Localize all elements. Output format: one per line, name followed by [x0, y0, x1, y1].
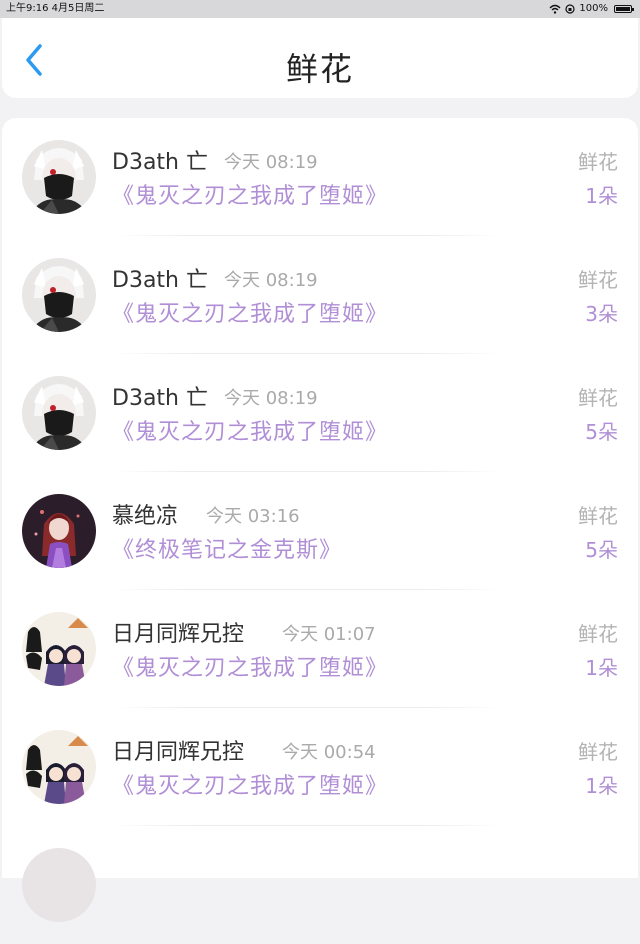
- book-title-link[interactable]: 《鬼灭之刃之我成了堕姬》: [112, 414, 388, 446]
- red-hair-girl-avatar-icon: [22, 494, 96, 568]
- user-name[interactable]: D3ath 亡: [112, 144, 208, 176]
- user-avatar[interactable]: [22, 376, 96, 450]
- dark-masked-avatar-icon: [22, 376, 96, 450]
- anime-duo-avatar-icon: [22, 730, 96, 804]
- book-title-link[interactable]: 《终极笔记之金克斯》: [112, 532, 342, 564]
- user-avatar[interactable]: [22, 848, 96, 922]
- user-name[interactable]: 日月同辉兄控: [112, 616, 244, 648]
- status-indicators: 100%: [549, 0, 634, 18]
- book-title-link[interactable]: 《鬼灭之刃之我成了堕姬》: [112, 296, 388, 328]
- book-title-link[interactable]: 《鬼灭之刃之我成了堕姬》: [112, 650, 388, 682]
- gift-type: 鲜花: [578, 386, 618, 410]
- orientation-lock-icon: [565, 4, 576, 14]
- timestamp: 今天 01:07: [282, 624, 376, 645]
- user-name[interactable]: D3ath 亡: [112, 262, 208, 294]
- battery-icon: [614, 5, 634, 13]
- wifi-icon: [549, 4, 561, 14]
- gift-count: 5朵: [585, 538, 618, 562]
- gift-type: 鲜花: [578, 622, 618, 646]
- gift-type: 鲜花: [578, 504, 618, 528]
- dark-masked-avatar-icon: [22, 140, 96, 214]
- gift-count: 5朵: [585, 420, 618, 444]
- timestamp: 今天 08:19: [224, 152, 318, 173]
- status-time-date: 上午9:16 4月5日周二: [6, 3, 105, 14]
- user-avatar[interactable]: [22, 140, 96, 214]
- status-bar: 上午9:16 4月5日周二 100%: [0, 0, 640, 18]
- gift-type: 鲜花: [578, 268, 618, 292]
- gift-list-item[interactable]: D3ath 亡 今天 08:19 《鬼灭之刃之我成了堕姬》 鲜花 5朵: [2, 354, 638, 472]
- book-title-link[interactable]: 《鬼灭之刃之我成了堕姬》: [112, 768, 388, 800]
- gift-count: 1朵: [585, 184, 618, 208]
- user-avatar[interactable]: [22, 612, 96, 686]
- gift-list-item[interactable]: 日月同辉兄控 今天 00:54 《鬼灭之刃之我成了堕姬》 鲜花 1朵: [2, 708, 638, 826]
- gift-count: 1朵: [585, 774, 618, 798]
- gift-list-item[interactable]: 慕绝凉 今天 03:16 《终极笔记之金克斯》 鲜花 5朵: [2, 472, 638, 590]
- gift-list-item[interactable]: D3ath 亡 今天 08:19 《鬼灭之刃之我成了堕姬》 鲜花 3朵: [2, 236, 638, 354]
- gift-count: 3朵: [585, 302, 618, 326]
- battery-percent: 100%: [579, 3, 608, 14]
- dark-masked-avatar-icon: [22, 258, 96, 332]
- gift-count: 1朵: [585, 656, 618, 680]
- book-title-link[interactable]: 《鬼灭之刃之我成了堕姬》: [112, 178, 388, 210]
- page-title: 鲜花: [285, 50, 354, 88]
- user-name[interactable]: D3ath 亡: [112, 380, 208, 412]
- gift-list-item[interactable]: D3ath 亡 今天 08:19 《鬼灭之刃之我成了堕姬》 鲜花 1朵: [2, 118, 638, 236]
- user-avatar[interactable]: [22, 258, 96, 332]
- gift-list-item-partial[interactable]: [2, 826, 638, 944]
- timestamp: 今天 08:19: [224, 388, 318, 409]
- user-name[interactable]: 日月同辉兄控: [112, 734, 244, 766]
- anime-duo-avatar-icon: [22, 612, 96, 686]
- gift-list-item[interactable]: 日月同辉兄控 今天 01:07 《鬼灭之刃之我成了堕姬》 鲜花 1朵: [2, 590, 638, 708]
- gift-type: 鲜花: [578, 740, 618, 764]
- user-name[interactable]: 慕绝凉: [112, 498, 178, 530]
- timestamp: 今天 00:54: [282, 742, 376, 763]
- user-avatar[interactable]: [22, 730, 96, 804]
- timestamp: 今天 08:19: [224, 270, 318, 291]
- user-avatar[interactable]: [22, 494, 96, 568]
- nav-bar: 鲜花: [2, 18, 638, 98]
- avatar-placeholder-icon: [22, 848, 96, 922]
- timestamp: 今天 03:16: [206, 506, 300, 527]
- gift-type: 鲜花: [578, 150, 618, 174]
- gift-list: D3ath 亡 今天 08:19 《鬼灭之刃之我成了堕姬》 鲜花 1朵 D3at…: [2, 118, 638, 922]
